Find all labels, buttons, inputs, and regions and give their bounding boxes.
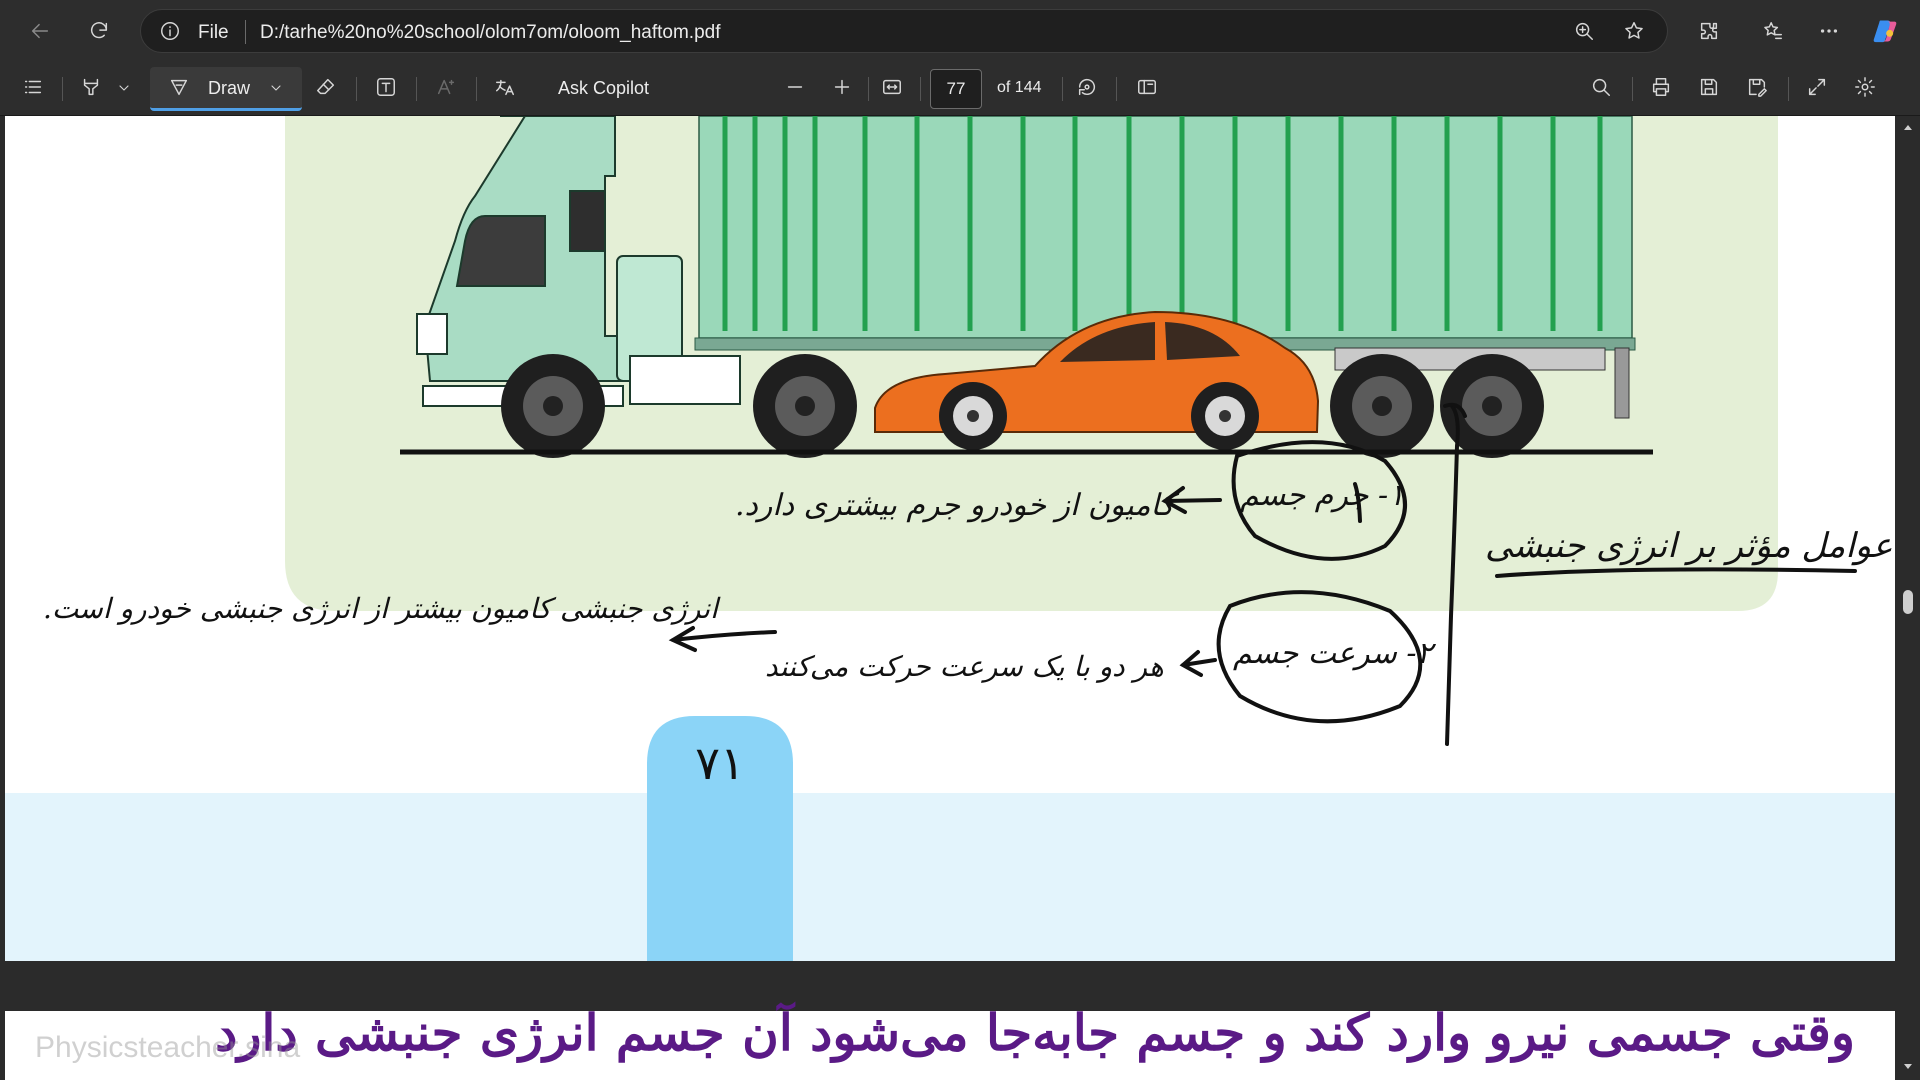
toolbar-divider — [356, 77, 357, 101]
site-info-icon[interactable] — [159, 20, 181, 42]
toolbar-divider — [1632, 77, 1633, 101]
fullscreen-icon[interactable] — [1806, 76, 1828, 98]
draw-pen-icon — [168, 76, 190, 98]
search-icon[interactable] — [1590, 76, 1612, 98]
save-icon[interactable] — [1698, 76, 1720, 98]
pdf-next-page: وقتی جسمی نیرو وارد کند و جسم جابه‌جا می… — [5, 1003, 1895, 1080]
toolbar-divider — [62, 77, 63, 101]
toolbar-divider — [416, 77, 417, 101]
print-icon[interactable] — [1650, 76, 1672, 98]
contents-icon[interactable] — [22, 76, 44, 98]
page-view-icon[interactable] — [1136, 76, 1158, 98]
page-number-input[interactable]: 77 — [930, 69, 982, 109]
draw-button[interactable]: Draw — [150, 67, 302, 111]
favorites-list-icon — [1764, 22, 1782, 40]
scroll-up-icon[interactable] — [1902, 122, 1914, 134]
save-as-icon[interactable] — [1746, 76, 1768, 98]
blue-band — [5, 793, 1895, 961]
address-url[interactable]: D:/tarhe%20no%20school/olom7om/oloom_haf… — [260, 22, 721, 44]
toolbar-divider — [920, 77, 921, 101]
note-bottom-line: وقتی جسمی نیرو وارد کند و جسم جابه‌جا می… — [215, 1003, 1855, 1062]
copilot-button[interactable] — [1866, 12, 1904, 50]
scroll-down-icon[interactable] — [1902, 1060, 1914, 1072]
address-bar[interactable]: File D:/tarhe%20no%20school/olom7om/oloo… — [140, 9, 1668, 53]
toolbar-divider — [476, 77, 477, 101]
page-total-label: of 144 — [997, 79, 1042, 96]
note-mass-detail: کامیون از خودرو جرم بیشتری دارد. — [735, 488, 1174, 523]
note-title: عوامل مؤثر بر انرژی جنبشی — [1485, 526, 1893, 566]
refresh-button[interactable] — [80, 12, 118, 50]
toolbar-divider — [1116, 77, 1117, 101]
note-kinetic-comparison: انرژی جنبشی کامیون بیشتر از انرژی جنبشی … — [43, 592, 718, 625]
toolbar-divider — [1788, 77, 1789, 101]
back-button[interactable] — [21, 12, 59, 50]
copilot-logo-icon — [1873, 20, 1897, 43]
ask-copilot-button[interactable]: Ask Copilot — [558, 78, 649, 99]
watermark: Physicsteacher.sina — [35, 1031, 301, 1064]
more-menu-button[interactable] — [1810, 12, 1848, 50]
highlight-icon[interactable] — [80, 76, 102, 98]
note-factor-speed: ۲- سرعت جسم — [1233, 636, 1433, 671]
eraser-icon[interactable] — [315, 76, 337, 98]
refresh-icon — [90, 22, 108, 39]
zoom-icon[interactable] — [1573, 20, 1595, 42]
add-text-icon[interactable] — [375, 76, 397, 98]
toolbar-divider — [1062, 77, 1063, 101]
settings-gear-icon[interactable] — [1854, 76, 1876, 98]
translate-icon[interactable] — [494, 76, 516, 98]
address-separator — [245, 20, 246, 44]
read-aloud-icon — [435, 76, 457, 98]
page-number: ۷۱ — [695, 736, 745, 790]
pdf-toolbar: Draw Ask Copilot 77 of 144 — [0, 62, 1920, 116]
browser-top-bar: File D:/tarhe%20no%20school/olom7om/oloo… — [0, 0, 1920, 62]
note-speed-detail: هر دو با یک سرعت حرکت می‌کنند — [765, 650, 1164, 683]
favorites-button[interactable] — [1754, 12, 1792, 50]
draw-label: Draw — [208, 78, 251, 98]
address-scheme-label: File — [198, 22, 229, 43]
zoom-out-icon[interactable] — [784, 76, 806, 98]
pdf-viewport[interactable]: عوامل مؤثر بر انرژی جنبشی ۱- جرم جسم کام… — [0, 116, 1920, 1080]
back-arrow-icon — [31, 23, 49, 39]
puzzle-icon — [1700, 22, 1718, 40]
extensions-button[interactable] — [1690, 12, 1728, 50]
rotate-icon[interactable] — [1076, 76, 1098, 98]
highlight-dropdown-chevron-icon[interactable] — [116, 80, 132, 96]
vertical-scrollbar[interactable] — [1896, 116, 1920, 1080]
pdf-page: عوامل مؤثر بر انرژی جنبشی ۱- جرم جسم کام… — [5, 116, 1895, 961]
ellipsis-icon — [1820, 29, 1838, 33]
draw-dropdown-chevron-icon[interactable] — [268, 80, 284, 96]
toolbar-divider — [868, 77, 869, 101]
scroll-thumb[interactable] — [1903, 590, 1913, 614]
zoom-in-icon[interactable] — [831, 76, 853, 98]
note-factor-mass: ۱- جرم جسم — [1240, 478, 1405, 513]
favorite-star-icon[interactable] — [1623, 20, 1645, 42]
fit-width-icon[interactable] — [881, 76, 903, 98]
